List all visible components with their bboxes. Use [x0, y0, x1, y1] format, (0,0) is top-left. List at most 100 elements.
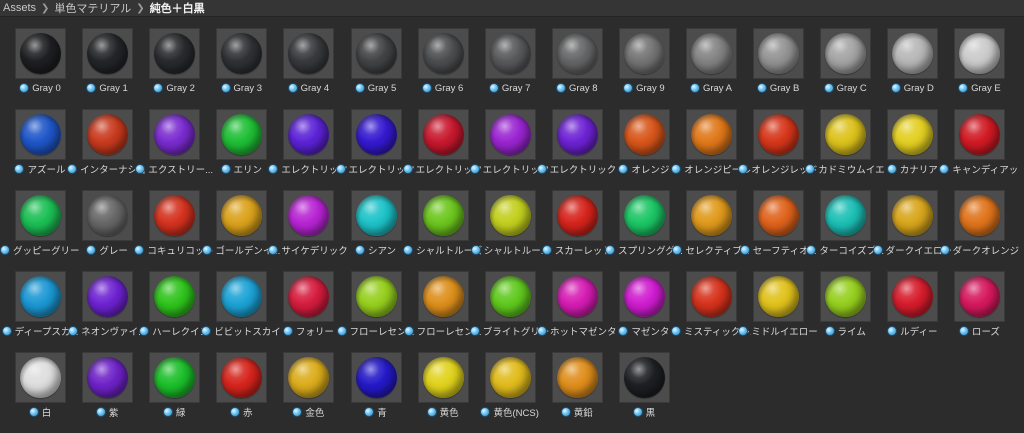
material-thumbnail[interactable] [417, 109, 469, 160]
material-asset[interactable]: シャルトルーズ [403, 187, 482, 271]
material-asset[interactable]: 黒 [604, 349, 671, 433]
material-thumbnail[interactable] [686, 190, 737, 241]
material-asset[interactable]: ブライトグリーン [469, 268, 550, 352]
material-thumbnail[interactable] [417, 190, 469, 241]
material-asset[interactable]: ミドルイエロー [738, 268, 818, 352]
material-thumbnail[interactable] [149, 271, 201, 322]
material-thumbnail[interactable] [820, 190, 872, 241]
material-asset[interactable]: ターコイズブ... [805, 187, 884, 271]
material-asset[interactable]: ビビットスカイ... [201, 268, 281, 352]
material-thumbnail[interactable] [686, 28, 737, 79]
material-asset[interactable]: 紫 [67, 349, 134, 433]
material-asset[interactable]: セレクティブ... [671, 187, 750, 271]
material-thumbnail[interactable] [954, 28, 1006, 79]
material-thumbnail[interactable] [216, 190, 268, 241]
breadcrumb-folder[interactable]: 単色マテリアル [54, 0, 131, 16]
material-asset[interactable]: エレクトリック... [268, 106, 348, 190]
material-thumbnail[interactable] [15, 352, 66, 403]
material-thumbnail[interactable] [887, 28, 939, 79]
material-thumbnail[interactable] [216, 271, 268, 322]
material-asset[interactable]: オレンジレッド [738, 106, 818, 190]
material-thumbnail[interactable] [484, 271, 536, 322]
material-thumbnail[interactable] [283, 352, 335, 403]
material-thumbnail[interactable] [15, 271, 66, 322]
material-asset[interactable]: 赤 [201, 349, 268, 433]
material-thumbnail[interactable] [82, 271, 134, 322]
material-thumbnail[interactable] [350, 28, 402, 79]
material-thumbnail[interactable] [82, 190, 134, 241]
material-thumbnail[interactable] [350, 190, 402, 241]
material-asset[interactable]: エリン [201, 106, 268, 190]
material-thumbnail[interactable] [618, 352, 670, 403]
material-thumbnail[interactable] [15, 190, 66, 241]
material-asset[interactable]: Gray 0 [0, 25, 67, 109]
material-asset[interactable]: 青 [336, 349, 403, 433]
material-asset[interactable]: ハーレクイン [134, 268, 209, 352]
material-thumbnail[interactable] [954, 271, 1006, 322]
material-thumbnail[interactable] [283, 271, 335, 322]
material-asset[interactable]: Gray 9 [604, 25, 671, 109]
material-thumbnail[interactable] [216, 109, 268, 160]
material-asset[interactable]: Gray 7 [470, 25, 537, 109]
material-asset[interactable]: エレクトリック... [335, 106, 416, 190]
material-thumbnail[interactable] [753, 28, 805, 79]
breadcrumb-current-folder[interactable]: 純色＋白黒 [150, 0, 205, 16]
material-thumbnail[interactable] [618, 190, 670, 241]
material-asset[interactable]: グッピーグリーン [0, 187, 80, 271]
material-thumbnail[interactable] [820, 271, 872, 322]
material-thumbnail[interactable] [283, 109, 335, 160]
material-asset[interactable]: Gray C [805, 25, 872, 109]
breadcrumb-assets[interactable]: Assets [3, 2, 36, 14]
material-thumbnail[interactable] [753, 109, 805, 160]
material-thumbnail[interactable] [149, 352, 201, 403]
material-thumbnail[interactable] [753, 190, 805, 241]
material-asset[interactable]: エレクトリック... [536, 106, 617, 190]
material-thumbnail[interactable] [484, 109, 536, 160]
material-thumbnail[interactable] [350, 271, 402, 322]
material-asset[interactable]: カナリア [872, 106, 939, 190]
material-asset[interactable]: エレクトリック... [469, 106, 550, 190]
material-thumbnail[interactable] [149, 109, 201, 160]
material-thumbnail[interactable] [618, 109, 670, 160]
material-thumbnail[interactable] [551, 271, 603, 322]
material-asset[interactable]: ディープスカ... [0, 268, 78, 352]
material-thumbnail[interactable] [954, 190, 1006, 241]
material-asset[interactable]: インターナショ... [67, 106, 147, 190]
material-thumbnail[interactable] [417, 28, 469, 79]
material-asset[interactable]: フォリー [268, 268, 335, 352]
material-thumbnail[interactable] [753, 271, 805, 322]
material-thumbnail[interactable] [149, 190, 201, 241]
material-asset[interactable]: シアン [336, 187, 403, 271]
material-thumbnail[interactable] [887, 109, 939, 160]
material-thumbnail[interactable] [216, 352, 268, 403]
material-asset[interactable]: ダークイエロー [872, 187, 952, 271]
material-asset[interactable]: 黄色(NCS) [470, 349, 539, 433]
material-thumbnail[interactable] [618, 271, 670, 322]
material-asset[interactable]: スプリンググ... [604, 187, 683, 271]
material-thumbnail[interactable] [820, 28, 872, 79]
material-asset[interactable]: Gray E [939, 25, 1006, 109]
material-asset[interactable]: ローズ [939, 268, 1006, 352]
material-asset[interactable]: Gray 3 [201, 25, 268, 109]
material-thumbnail[interactable] [417, 271, 469, 322]
material-asset[interactable]: ゴールデンイ... [201, 187, 280, 271]
material-thumbnail[interactable] [82, 109, 134, 160]
material-thumbnail[interactable] [484, 190, 536, 241]
material-thumbnail[interactable] [350, 352, 402, 403]
material-asset[interactable]: エクストリー... [134, 106, 213, 190]
material-asset[interactable]: フローレセン... [403, 268, 482, 352]
material-thumbnail[interactable] [15, 109, 66, 160]
material-asset[interactable]: ダークオレンジ [939, 187, 1019, 271]
material-asset[interactable]: キャンディアッ... [939, 106, 1019, 190]
material-asset[interactable]: ライム [805, 268, 872, 352]
material-asset[interactable]: フローレセン... [336, 268, 414, 352]
material-thumbnail[interactable] [618, 28, 670, 79]
material-thumbnail[interactable] [484, 352, 536, 403]
material-asset[interactable]: シャルトルー... [470, 187, 549, 271]
material-thumbnail[interactable] [283, 28, 335, 79]
material-thumbnail[interactable] [149, 28, 201, 79]
material-thumbnail[interactable] [283, 190, 335, 241]
material-asset[interactable]: オレンジ [604, 106, 671, 190]
material-asset[interactable]: 黄鉛 [537, 349, 604, 433]
material-thumbnail[interactable] [15, 28, 66, 79]
